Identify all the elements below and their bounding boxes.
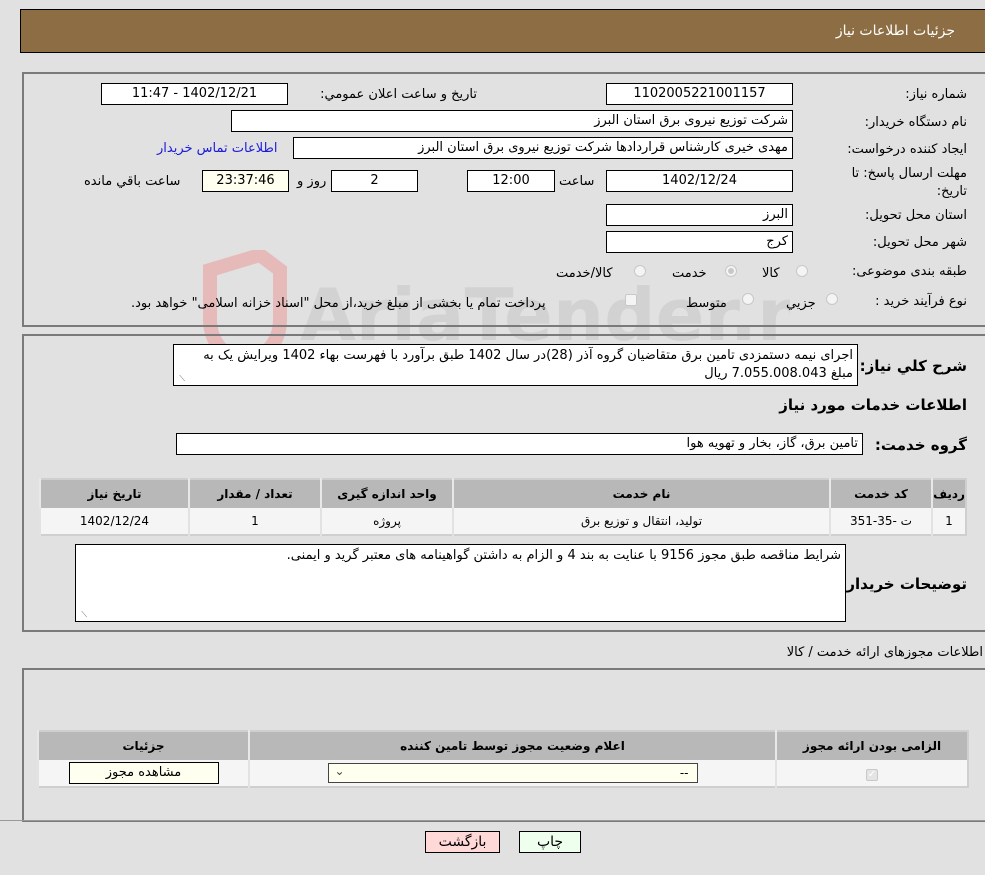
services-table-header: ردیف کد خدمت نام خدمت واحد اندازه گیری ت… xyxy=(39,479,966,508)
services-section-title: اطلاعات خدمات مورد نیاز xyxy=(779,396,967,414)
category-option-goods: کالا xyxy=(762,266,780,281)
treasury-checkbox[interactable] xyxy=(625,294,637,306)
description-text: اجرای نیمه دستمزدی تامین برق متقاضیان گر… xyxy=(203,348,853,381)
buyer-notes-label: توضیحات خریدار: xyxy=(840,575,967,593)
category-radio-goods[interactable] xyxy=(796,265,808,277)
requester-label: ایجاد کننده درخواست: xyxy=(847,142,967,157)
col-permit-required: الزامی بودن ارائه مجوز xyxy=(775,731,968,760)
footer-divider xyxy=(0,820,985,821)
purchase-type-radio-minor[interactable] xyxy=(826,293,838,305)
col-quantity: تعداد / مقدار xyxy=(188,479,321,508)
cell-row-number: 1 xyxy=(931,508,966,535)
requester-field: مهدی خیری کارشناس قراردادها شرکت توزیع ن… xyxy=(293,137,793,159)
col-permit-status: اعلام وضعیت مجوز توسط تامین کننده xyxy=(248,731,776,760)
city-field: کرج xyxy=(606,231,793,253)
print-button[interactable]: چاپ xyxy=(519,831,581,853)
table-row: ✓ -- ⌄ مشاهده مجوز xyxy=(37,760,968,787)
category-radio-goods-service[interactable] xyxy=(634,265,646,277)
col-service-name: نام خدمت xyxy=(452,479,830,508)
service-group-label: گروه خدمت: xyxy=(874,436,967,454)
category-label: طبقه بندی موضوعی: xyxy=(851,264,967,279)
table-row: 1 ت -35-351 تولید، انتقال و توزیع برق پر… xyxy=(39,508,966,535)
province-label: استان محل تحویل: xyxy=(865,208,967,223)
province-field: البرز xyxy=(606,204,793,226)
deadline-time-label: ساعت xyxy=(559,174,595,189)
cell-need-date: 1402/12/24 xyxy=(39,508,189,535)
buyer-notes-textarea[interactable]: شرایط مناقصه طبق مجوز 9156 با عنایت به ب… xyxy=(75,544,846,622)
announce-datetime-field: 1402/12/21 - 11:47 xyxy=(101,83,288,105)
permits-table-header: الزامی بودن ارائه مجوز اعلام وضعیت مجوز … xyxy=(37,731,968,760)
permits-section-title: اطلاعات مجوزهای ارائه خدمت / کالا xyxy=(786,645,983,660)
services-table: ردیف کد خدمت نام خدمت واحد اندازه گیری ت… xyxy=(39,478,967,536)
col-row-number: ردیف xyxy=(931,479,966,508)
remaining-time-label: ساعت باقي مانده xyxy=(84,174,181,189)
cell-permit-required: ✓ xyxy=(775,760,968,787)
buyer-org-field: شرکت توزیع نیروی برق استان البرز xyxy=(231,110,793,132)
need-number-field: 1102005221001157 xyxy=(606,83,793,105)
cell-permit-status: -- ⌄ xyxy=(248,760,776,787)
deadline-time-field: 12:00 xyxy=(467,170,555,192)
permits-table: الزامی بودن ارائه مجوز اعلام وضعیت مجوز … xyxy=(37,730,969,788)
col-need-date: تاریخ نیاز xyxy=(39,479,189,508)
permit-status-value: -- xyxy=(679,766,689,780)
col-permit-details: جزئیات xyxy=(37,731,249,760)
permit-status-select[interactable]: -- ⌄ xyxy=(327,763,698,783)
days-label: روز و xyxy=(297,174,327,189)
category-option-goods-service: کالا/خدمت xyxy=(556,266,613,281)
description-textarea[interactable]: اجرای نیمه دستمزدی تامین برق متقاضیان گر… xyxy=(173,344,858,386)
resize-grip-icon[interactable]: ⟋ xyxy=(79,611,87,619)
category-radio-service[interactable] xyxy=(725,265,737,277)
deadline-label-line2: تاریخ: xyxy=(936,184,967,199)
service-group-field: تامین برق، گاز، بخار و تهویه هوا xyxy=(176,433,863,455)
page-header: جزئیات اطلاعات نیاز xyxy=(20,9,985,53)
purchase-type-label: نوع فرآیند خرید : xyxy=(875,294,967,309)
purchase-type-radio-medium[interactable] xyxy=(742,293,754,305)
permit-required-checkbox: ✓ xyxy=(866,768,878,781)
purchase-type-option-medium: متوسط xyxy=(686,296,727,311)
purchase-type-option-minor: جزيي xyxy=(786,296,816,311)
cell-quantity: 1 xyxy=(188,508,321,535)
col-service-code: کد خدمت xyxy=(829,479,932,508)
announce-datetime-label: تاریخ و ساعت اعلان عمومي: xyxy=(320,87,477,102)
remaining-time-field: 23:37:46 xyxy=(202,170,289,192)
description-label: شرح کلي نیاز: xyxy=(859,357,967,375)
chevron-down-icon: ⌄ xyxy=(334,764,345,778)
treasury-note: پرداخت تمام یا بخشی از مبلغ خرید،از محل … xyxy=(131,296,546,311)
cell-service-code: ت -35-351 xyxy=(829,508,932,535)
city-label: شهر محل تحویل: xyxy=(872,235,967,250)
cell-permit-details: مشاهده مجوز xyxy=(37,760,249,787)
back-button[interactable]: بازگشت xyxy=(425,831,500,853)
view-permit-button[interactable]: مشاهده مجوز xyxy=(68,762,219,784)
remaining-days-field: 2 xyxy=(331,170,418,192)
deadline-date-field: 1402/12/24 xyxy=(606,170,793,192)
buyer-org-label: نام دستگاه خریدار: xyxy=(864,115,967,130)
buyer-contact-link[interactable]: اطلاعات تماس خریدار xyxy=(157,141,277,156)
category-option-service: خدمت xyxy=(672,266,707,281)
col-unit: واحد اندازه گیری xyxy=(320,479,453,508)
need-number-label: شماره نیاز: xyxy=(905,87,967,102)
cell-service-name: تولید، انتقال و توزیع برق xyxy=(452,508,830,535)
page-title: جزئیات اطلاعات نیاز xyxy=(835,23,955,39)
resize-grip-icon[interactable]: ⟋ xyxy=(177,375,185,383)
buyer-notes-text: شرایط مناقصه طبق مجوز 9156 با عنایت به ب… xyxy=(286,548,841,563)
deadline-label-line1: مهلت ارسال پاسخ: تا xyxy=(851,166,967,181)
cell-unit: پروژه xyxy=(320,508,453,535)
